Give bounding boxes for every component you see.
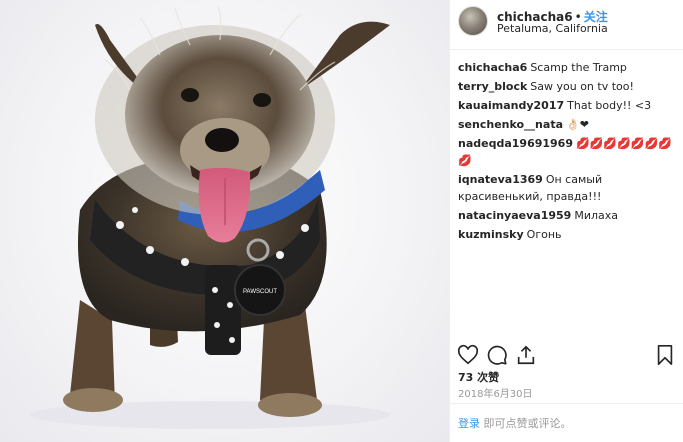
post-date[interactable]: 2018年6月30日 bbox=[458, 385, 533, 400]
comment-icon[interactable] bbox=[486, 344, 508, 366]
comment-text: 👌🏻❤ bbox=[566, 118, 589, 131]
comment-username[interactable]: senchenko__nata bbox=[458, 118, 563, 131]
heart-icon[interactable] bbox=[457, 344, 479, 366]
comment-text: Saw you on tv too! bbox=[530, 80, 634, 93]
comment-username[interactable]: chichacha6 bbox=[458, 61, 527, 74]
comment-item: natacinyaeva1959 Милаха bbox=[458, 207, 680, 224]
bookmark-icon[interactable] bbox=[654, 344, 676, 366]
comment-username[interactable]: iqnateva1369 bbox=[458, 173, 543, 186]
comment-text: Огонь bbox=[526, 228, 562, 241]
comment-text: That body!! <3 bbox=[567, 99, 652, 112]
comment-item: chichacha6 Scamp the Tramp bbox=[458, 59, 680, 76]
comment-item: kauaimandy2017 That body!! <3 bbox=[458, 97, 680, 114]
share-icon[interactable] bbox=[515, 344, 537, 366]
likes-count[interactable]: 73 次赞 bbox=[458, 369, 499, 385]
comment-username[interactable]: kauaimandy2017 bbox=[458, 99, 564, 112]
comment-text: Scamp the Tramp bbox=[530, 61, 627, 74]
comment-item: senchenko__nata 👌🏻❤ bbox=[458, 116, 680, 133]
comment-item: terry_block Saw you on tv too! bbox=[458, 78, 680, 95]
comment-username[interactable]: nadeqda19691969 bbox=[458, 137, 573, 150]
login-prompt: 登录 即可点赞或评论。 bbox=[458, 415, 572, 431]
comment-item: nadeqda19691969 💋💋💋💋💋💋💋💋 bbox=[458, 135, 680, 169]
post-location[interactable]: Petaluma, California bbox=[497, 22, 608, 35]
comment-item: kuzminsky Огонь bbox=[458, 226, 680, 243]
avatar[interactable] bbox=[458, 6, 488, 36]
dog-illustration: PAWSCOUT bbox=[30, 4, 390, 429]
comment-username[interactable]: natacinyaeva1959 bbox=[458, 209, 571, 222]
comment-list: chichacha6 Scamp the Tramp terry_block Saw… bbox=[458, 59, 680, 245]
comment-username[interactable]: terry_block bbox=[458, 80, 527, 93]
tag-label: PAWSCOUT bbox=[243, 289, 277, 295]
login-link[interactable]: 登录 bbox=[458, 417, 480, 430]
comment-text: Милаха bbox=[574, 209, 618, 222]
comment-item: iqnateva1369 Он самый красивенький, правд… bbox=[458, 171, 680, 205]
comment-username[interactable]: kuzminsky bbox=[458, 228, 524, 241]
post-photo[interactable]: PAWSCOUT bbox=[0, 0, 449, 442]
action-bar bbox=[450, 342, 683, 370]
post-side-panel: chichacha6 • 关注 Petaluma, California chich… bbox=[449, 0, 683, 442]
post-header: chichacha6 • 关注 Petaluma, California bbox=[450, 0, 683, 50]
login-footer: 登录 即可点赞或评论。 bbox=[450, 403, 683, 442]
login-prompt-text: 即可点赞或评论。 bbox=[480, 417, 572, 430]
